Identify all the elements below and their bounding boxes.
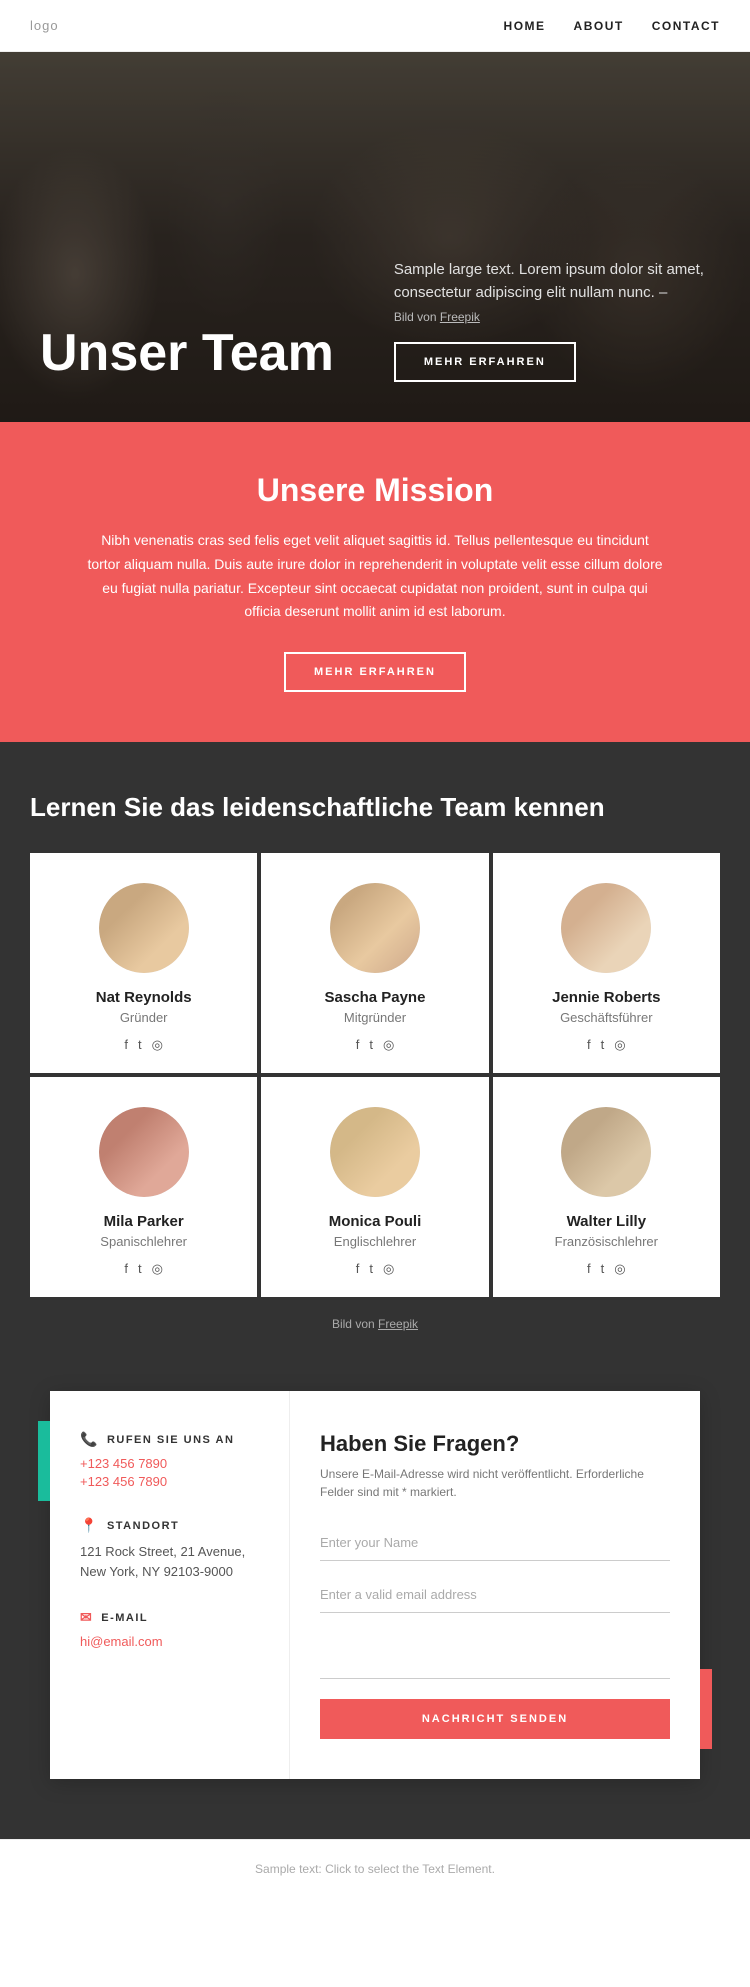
team-card: Sascha Payne Mitgründer ft ◎ [261,853,488,1073]
contact-info: 📞 RUFEN SIE UNS AN +123 456 7890 +123 45… [50,1391,290,1779]
team-section-title: Lernen Sie das leidenschaftliche Team ke… [30,792,720,823]
contact-location-block: 📍 STANDORT 121 Rock Street, 21 Avenue, N… [80,1517,259,1581]
team-member-name: Nat Reynolds [96,989,192,1006]
phone2-link[interactable]: +123 456 7890 [80,1474,259,1489]
team-member-role: Mitgründer [344,1010,406,1025]
contact-email-block: ✉ E-MAIL hi@email.com [80,1609,259,1649]
avatar [561,883,651,973]
instagram-icon[interactable]: ◎ [383,1261,394,1277]
contact-left-accent [38,1421,50,1501]
contact-form-title: Haben Sie Fragen? [320,1431,670,1457]
facebook-icon[interactable]: f [124,1037,128,1053]
navbar: logo HOME ABOUT CONTACT [0,0,750,52]
phone-icon: 📞 [80,1431,99,1448]
address-text: 121 Rock Street, 21 Avenue, New York, NY… [80,1542,259,1581]
team-card: Monica Pouli Englischlehrer ft ◎ [261,1077,488,1297]
team-member-name: Sascha Payne [325,989,426,1006]
location-icon: 📍 [80,1517,99,1534]
email-input[interactable] [320,1577,670,1613]
team-member-name: Walter Lilly [567,1213,646,1230]
team-card: Mila Parker Spanischlehrer ft ◎ [30,1077,257,1297]
instagram-icon[interactable]: ◎ [383,1037,394,1053]
team-member-role: Spanischlehrer [100,1234,187,1249]
hero-section: Unser Team Sample large text. Lorem ipsu… [0,52,750,422]
avatar [561,1107,651,1197]
team-member-role: Gründer [120,1010,168,1025]
twitter-icon[interactable]: t [369,1037,373,1053]
hero-right: Sample large text. Lorem ipsum dolor sit… [394,259,710,382]
avatar [99,1107,189,1197]
facebook-icon[interactable]: f [124,1261,128,1277]
submit-button[interactable]: NACHRICHT SENDEN [320,1699,670,1739]
phone1-link[interactable]: +123 456 7890 [80,1456,259,1471]
social-icons: ft ◎ [124,1037,163,1053]
contact-form-subtitle: Unsere E-Mail-Adresse wird nicht veröffe… [320,1465,670,1501]
email-link[interactable]: hi@email.com [80,1634,259,1649]
logo: logo [30,18,59,33]
twitter-icon[interactable]: t [138,1261,142,1277]
location-label: STANDORT [107,1520,179,1532]
team-member-name: Jennie Roberts [552,989,660,1006]
email-label: E-MAIL [101,1612,148,1624]
team-card: Walter Lilly Französischlehrer ft ◎ [493,1077,720,1297]
social-icons: ft ◎ [587,1037,626,1053]
mission-cta-button[interactable]: MEHR ERFAHREN [284,652,466,692]
contact-form-side: Haben Sie Fragen? Unsere E-Mail-Adresse … [290,1391,700,1779]
social-icons: ft ◎ [356,1261,395,1277]
mission-title: Unsere Mission [80,472,670,509]
name-input[interactable] [320,1525,670,1561]
contact-section: 📞 RUFEN SIE UNS AN +123 456 7890 +123 45… [0,1371,750,1839]
nav-contact[interactable]: CONTACT [652,19,720,33]
hero-description: Sample large text. Lorem ipsum dolor sit… [394,259,710,304]
mission-section: Unsere Mission Nibh venenatis cras sed f… [0,422,750,742]
team-member-name: Mila Parker [104,1213,184,1230]
twitter-icon[interactable]: t [601,1037,605,1053]
footer-text: Sample text: Click to select the Text El… [255,1862,495,1876]
team-member-role: Französischlehrer [555,1234,658,1249]
instagram-icon[interactable]: ◎ [614,1261,625,1277]
instagram-icon[interactable]: ◎ [614,1037,625,1053]
nav-home[interactable]: HOME [504,19,546,33]
facebook-icon[interactable]: f [356,1037,360,1053]
team-member-role: Englischlehrer [334,1234,416,1249]
contact-box: 📞 RUFEN SIE UNS AN +123 456 7890 +123 45… [50,1391,700,1779]
instagram-icon[interactable]: ◎ [152,1261,163,1277]
facebook-icon[interactable]: f [587,1261,591,1277]
hero-content: Unser Team Sample large text. Lorem ipsu… [0,259,750,422]
facebook-icon[interactable]: f [356,1261,360,1277]
phone-label: RUFEN SIE UNS AN [107,1434,235,1446]
twitter-icon[interactable]: t [369,1261,373,1277]
facebook-icon[interactable]: f [587,1037,591,1053]
team-member-role: Geschäftsführer [560,1010,653,1025]
team-card: Nat Reynolds Gründer ft ◎ [30,853,257,1073]
team-member-name: Monica Pouli [329,1213,422,1230]
instagram-icon[interactable]: ◎ [152,1037,163,1053]
team-credit-link[interactable]: Freepik [378,1317,418,1331]
email-icon: ✉ [80,1609,93,1626]
avatar [99,883,189,973]
social-icons: ft ◎ [124,1261,163,1277]
hero-credit-link[interactable]: Freepik [440,310,480,324]
contact-right-accent [700,1669,712,1749]
twitter-icon[interactable]: t [138,1037,142,1053]
hero-cta-button[interactable]: MEHR ERFAHREN [394,342,576,382]
team-credit: Bild von Freepik [30,1297,720,1341]
team-section: Lernen Sie das leidenschaftliche Team ke… [0,742,750,1371]
message-input[interactable] [320,1629,670,1679]
mission-body: Nibh venenatis cras sed felis eget velit… [85,529,665,624]
social-icons: ft ◎ [356,1037,395,1053]
hero-credit: Bild von Freepik [394,310,710,324]
footer: Sample text: Click to select the Text El… [0,1839,750,1898]
avatar [330,883,420,973]
social-icons: ft ◎ [587,1261,626,1277]
contact-phone-block: 📞 RUFEN SIE UNS AN +123 456 7890 +123 45… [80,1431,259,1489]
team-grid: Nat ReynoldsGründerft◎Sascha PayneMitgrü… [30,853,720,1297]
twitter-icon[interactable]: t [601,1261,605,1277]
nav-about[interactable]: ABOUT [574,19,624,33]
team-card: Jennie Roberts Geschäftsführer ft ◎ [493,853,720,1073]
hero-title: Unser Team [40,325,334,382]
nav-links: HOME ABOUT CONTACT [504,19,720,33]
avatar [330,1107,420,1197]
